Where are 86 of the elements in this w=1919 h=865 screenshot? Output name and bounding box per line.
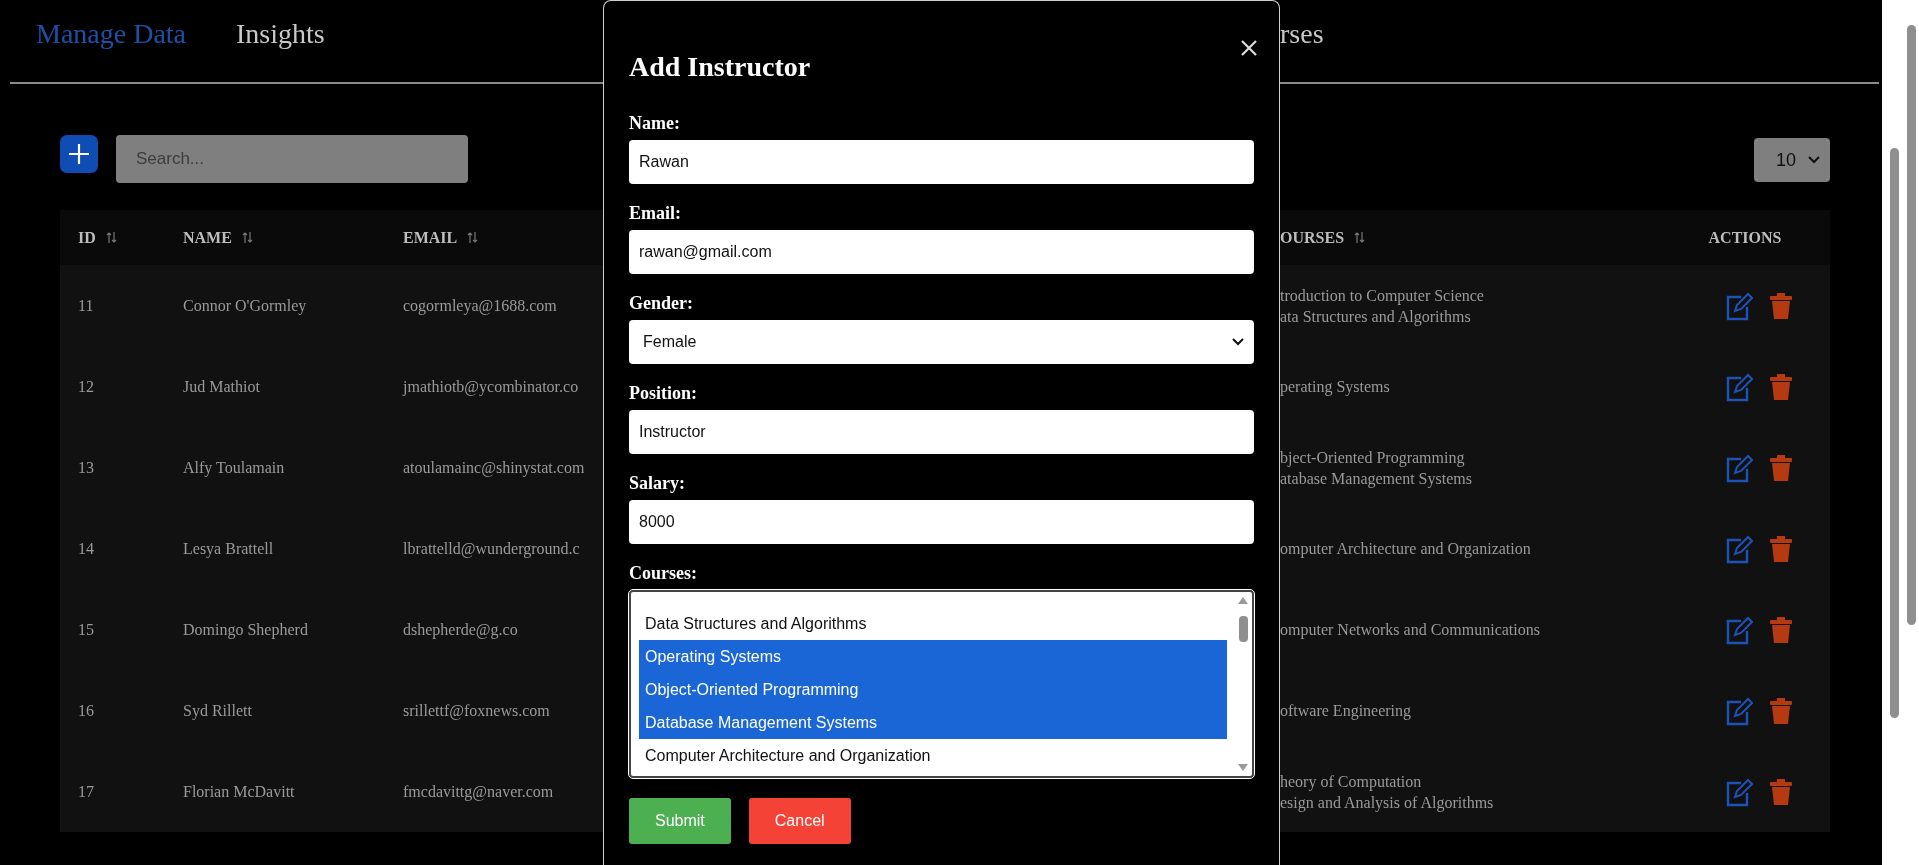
table-cell: lbrattelld@wunderground.c (403, 540, 580, 557)
plus-icon (67, 142, 91, 166)
column-header[interactable]: OURSES (1280, 225, 1345, 250)
edit-icon[interactable] (1725, 452, 1753, 483)
courses-listbox[interactable]: Data Structures and Algorithms Operating Systems Object-Oriented Programming Database Management Systems Computer Architecture and Organization (629, 590, 1254, 778)
table-cell: 11 (78, 297, 94, 314)
list-option[interactable]: Database Management Systems (639, 706, 1227, 739)
trash-icon[interactable] (1769, 453, 1793, 482)
column-header[interactable]: NAME (183, 225, 232, 250)
edit-icon[interactable] (1725, 371, 1753, 402)
modal-title: Add Instructor (629, 53, 812, 81)
edit-icon[interactable] (1725, 533, 1753, 564)
course-name: bject-Oriented Programming (1280, 447, 1466, 468)
table-cell: 13 (78, 459, 94, 476)
trash-icon[interactable] (1769, 696, 1793, 725)
table-cell: srillettf@foxnews.com (403, 702, 550, 719)
sort-icon[interactable] (241, 231, 253, 244)
field-label: Position: (629, 382, 698, 404)
input-field[interactable]: 8000 (629, 500, 1254, 544)
sort-icon[interactable] (105, 231, 117, 244)
nav-tab[interactable]: rses (1280, 20, 1324, 48)
course-name: troduction to Computer Science (1280, 285, 1485, 306)
table-cell: 15 (78, 621, 94, 638)
table-cell: 12 (78, 378, 94, 395)
course-name: omputer Architecture and Organization (1280, 539, 1532, 559)
course-name: perating Systems (1280, 377, 1391, 397)
table-cell: cogormleya@1688.com (403, 297, 557, 314)
sort-icon[interactable] (1354, 231, 1366, 244)
trash-icon[interactable] (1769, 534, 1793, 563)
course-name: esign and Analysis of Algorithms (1280, 792, 1495, 813)
input-field[interactable]: Instructor (629, 410, 1254, 454)
field-label: Name: (629, 112, 681, 134)
scroll-down-arrow[interactable] (1238, 764, 1248, 771)
table-cell: 17 (78, 783, 94, 800)
course-name: heory of Computation (1280, 771, 1423, 792)
column-header[interactable]: ACTIONS (1708, 225, 1782, 250)
scrollbar-thumb[interactable] (1239, 616, 1248, 642)
edit-icon[interactable] (1725, 614, 1753, 645)
sort-icon[interactable] (467, 231, 479, 244)
trash-icon[interactable] (1769, 777, 1793, 806)
add-button[interactable] (60, 135, 98, 173)
field-label: Gender: (629, 292, 694, 314)
scroll-up-arrow[interactable] (1238, 597, 1248, 604)
table-cell: Jud Mathiot (183, 378, 260, 395)
table-cell: Domingo Shepherd (183, 621, 308, 638)
edit-icon[interactable] (1725, 290, 1753, 321)
chevron-down-icon (1232, 338, 1244, 346)
trash-icon[interactable] (1769, 372, 1793, 401)
input-field[interactable]: rawan@gmail.com (629, 230, 1254, 274)
list-option[interactable]: Operating Systems (639, 640, 1227, 673)
select-value: 10 (1776, 149, 1797, 171)
field-label: Email: (629, 202, 682, 224)
edit-icon[interactable] (1725, 776, 1753, 807)
course-name: oftware Engineering (1280, 701, 1413, 721)
select-field[interactable]: Female (629, 320, 1254, 364)
search-field[interactable]: Search... (116, 135, 468, 183)
table-cell: dshepherde@g.co (403, 621, 518, 638)
field-label: Salary: (629, 472, 686, 494)
trash-icon[interactable] (1769, 615, 1793, 644)
table-cell: 14 (78, 540, 94, 557)
table-cell: Connor O'Gormley (183, 297, 307, 314)
course-name: ata Structures and Algorithms (1280, 306, 1472, 327)
list-option[interactable]: Data Structures and Algorithms (639, 607, 1227, 640)
table-cell: Alfy Toulamain (183, 459, 285, 476)
chevron-down-icon (1808, 156, 1820, 164)
table-cell: jmathiotb@ycombinator.co (403, 378, 579, 395)
edit-icon[interactable] (1725, 695, 1753, 726)
course-name: atabase Management Systems (1280, 468, 1473, 489)
table-cell: 16 (78, 702, 94, 719)
table-cell: Lesya Brattell (183, 540, 274, 557)
scrollbar[interactable] (1882, 0, 1919, 865)
list-option[interactable]: Object-Oriented Programming (639, 673, 1227, 706)
column-header[interactable]: ID (78, 225, 96, 250)
page-size-select[interactable]: 10 (1754, 138, 1830, 182)
table-cell: atoulamainc@shinystat.com (403, 459, 585, 476)
table-cell: fmcdavittg@naver.com (403, 783, 554, 800)
trash-icon[interactable] (1769, 291, 1793, 320)
table-cell: Florian McDavitt (183, 783, 295, 800)
nav-tab[interactable]: Insights (236, 20, 325, 48)
column-header[interactable]: EMAIL (403, 225, 458, 250)
list-option[interactable]: Computer Architecture and Organization (639, 739, 1227, 772)
cancel-button[interactable]: Cancel (748, 798, 851, 844)
course-name: omputer Networks and Communications (1280, 620, 1541, 640)
table-cell: Syd Rillett (183, 702, 252, 719)
input-field[interactable]: Rawan (629, 140, 1254, 184)
field-label: Courses: (629, 562, 698, 584)
